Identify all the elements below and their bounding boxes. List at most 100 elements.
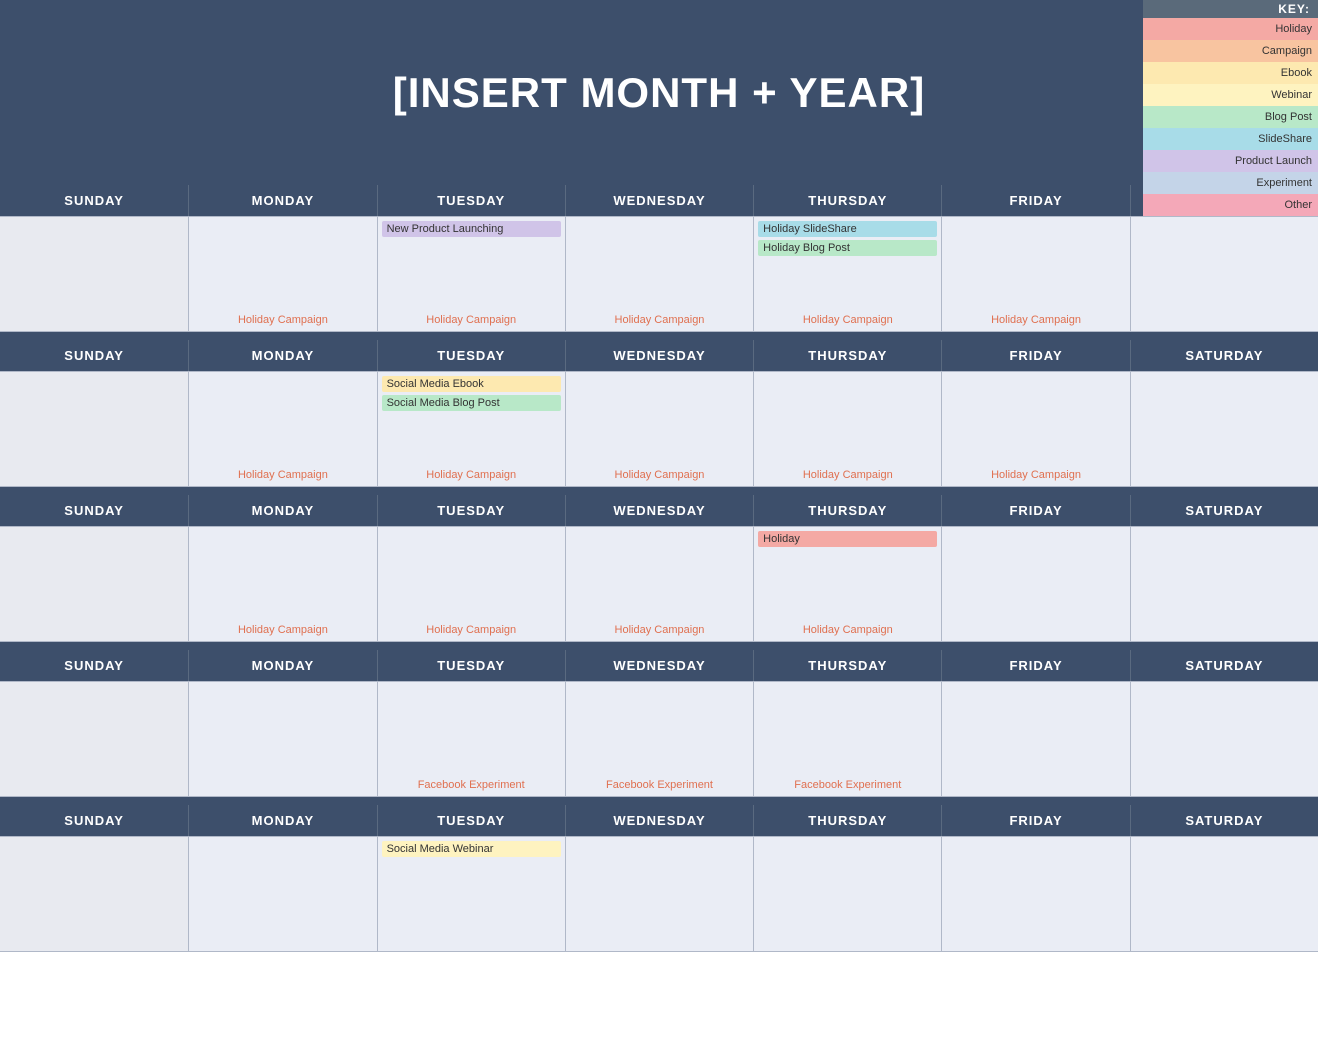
cell-label: Holiday Campaign [566,311,753,329]
cell-events [378,527,565,621]
day-cell-w4-fri [941,681,1129,796]
day-header-friday-4: FRIDAY [941,650,1129,681]
day-cell-w3-sun [0,526,188,641]
cell-label: Holiday Campaign [378,466,565,484]
day-cell-w2-sat [1130,371,1318,486]
day-cell-w4-sun [0,681,188,796]
cell-label: Holiday Campaign [566,621,753,639]
key-webinar: Webinar [1143,84,1318,106]
event-tag: Holiday SlideShare [758,221,937,237]
cell-label: Holiday Campaign [754,311,941,329]
day-header-sunday-4: SUNDAY [0,650,188,681]
cell-events [0,372,188,486]
key-blogpost: Blog Post [1143,106,1318,128]
cell-events: Social Media Ebook Social Media Blog Pos… [378,372,565,466]
key-holiday: Holiday [1143,18,1318,40]
day-header-wednesday-4: WEDNESDAY [565,650,753,681]
week-separator-1 [0,332,1318,340]
day-cell-w3-fri [941,526,1129,641]
cell-label: Holiday Campaign [754,621,941,639]
cell-label: Facebook Experiment [378,776,565,794]
day-header-saturday-3: SATURDAY [1130,495,1318,526]
day-header-tuesday-2: TUESDAY [377,340,565,371]
cell-events: Holiday [754,527,941,621]
week-separator-2 [0,487,1318,495]
cell-events [942,217,1129,311]
day-header-friday-2: FRIDAY [941,340,1129,371]
day-header-tuesday-3: TUESDAY [377,495,565,526]
key-title: KEY: [1143,0,1318,18]
cell-bottom: Holiday Campaign [942,466,1129,486]
main-container: KEY: Holiday Campaign Ebook Webinar Blog… [0,0,1318,1039]
cell-label: Facebook Experiment [754,776,941,794]
cell-bottom: Facebook Experiment [754,776,941,796]
week-row-5: Social Media Webinar [0,836,1318,952]
cell-label: Holiday Campaign [566,466,753,484]
key-productlaunch: Product Launch [1143,150,1318,172]
day-cell-w1-fri: Holiday Campaign [941,216,1129,331]
cell-label: Holiday Campaign [189,466,376,484]
day-cell-w3-thu: Holiday Holiday Campaign [753,526,941,641]
cell-events [0,837,188,951]
key-campaign: Campaign [1143,40,1318,62]
cell-events [1131,217,1318,331]
day-cell-w2-sun [0,371,188,486]
day-header-tuesday-4: TUESDAY [377,650,565,681]
cell-events [566,217,753,311]
cell-label: Facebook Experiment [566,776,753,794]
event-tag: Holiday Blog Post [758,240,937,256]
cell-label: Holiday Campaign [754,466,941,484]
day-header-tuesday-1: TUESDAY [377,185,565,216]
cell-events [754,837,941,951]
cell-events [566,527,753,621]
day-cell-w5-fri [941,836,1129,951]
cell-events [189,527,376,621]
cell-events [189,217,376,311]
day-cell-w4-thu: Facebook Experiment [753,681,941,796]
cell-label: Holiday Campaign [942,311,1129,329]
cell-events [189,837,376,951]
cell-events: Social Media Webinar [378,837,565,951]
day-cell-w5-thu [753,836,941,951]
cell-events [1131,682,1318,796]
day-header-row-3: SUNDAY MONDAY TUESDAY WEDNESDAY THURSDAY… [0,495,1318,526]
day-header-monday-5: MONDAY [188,805,376,836]
event-tag: Holiday [758,531,937,547]
cell-bottom: Holiday Campaign [566,466,753,486]
day-header-thursday-4: THURSDAY [753,650,941,681]
cell-events [189,372,376,466]
cell-bottom: Holiday Campaign [189,466,376,486]
day-cell-w5-wed [565,836,753,951]
cell-events [942,682,1129,796]
day-header-saturday-5: SATURDAY [1130,805,1318,836]
day-header-sunday-1: SUNDAY [0,185,188,216]
day-cell-w4-mon [188,681,376,796]
day-header-row-5: SUNDAY MONDAY TUESDAY WEDNESDAY THURSDAY… [0,805,1318,836]
header: KEY: Holiday Campaign Ebook Webinar Blog… [0,0,1318,185]
day-cell-w1-thu: Holiday SlideShare Holiday Blog Post Hol… [753,216,941,331]
day-cell-w1-sun [0,216,188,331]
cell-events [754,372,941,466]
day-cell-w5-tue: Social Media Webinar [377,836,565,951]
day-cell-w4-wed: Facebook Experiment [565,681,753,796]
cell-events [0,527,188,641]
cell-bottom: Holiday Campaign [566,621,753,641]
day-cell-w1-wed: Holiday Campaign [565,216,753,331]
day-cell-w2-tue: Social Media Ebook Social Media Blog Pos… [377,371,565,486]
day-header-wednesday-2: WEDNESDAY [565,340,753,371]
cell-bottom: Holiday Campaign [189,621,376,641]
day-cell-w2-wed: Holiday Campaign [565,371,753,486]
day-cell-w3-mon: Holiday Campaign [188,526,376,641]
cell-bottom: Holiday Campaign [754,466,941,486]
day-header-friday-1: FRIDAY [941,185,1129,216]
day-header-monday-1: MONDAY [188,185,376,216]
day-header-saturday-4: SATURDAY [1130,650,1318,681]
cell-events [378,682,565,776]
event-tag: Social Media Ebook [382,376,561,392]
cell-bottom: Facebook Experiment [566,776,753,796]
cell-label: Holiday Campaign [189,311,376,329]
day-header-sunday-2: SUNDAY [0,340,188,371]
day-header-wednesday-3: WEDNESDAY [565,495,753,526]
day-header-sunday-5: SUNDAY [0,805,188,836]
cell-bottom: Facebook Experiment [378,776,565,796]
